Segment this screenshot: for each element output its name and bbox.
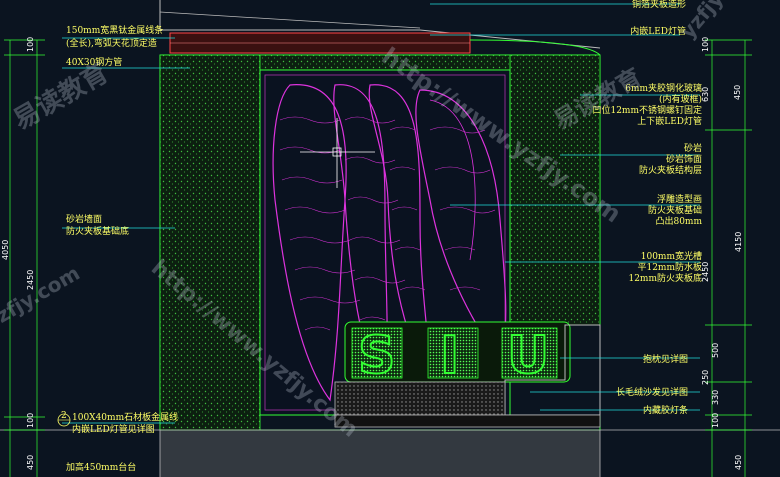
dim-right-3: 450: [733, 85, 742, 100]
label-relief-2: 防火夹板基础: [648, 204, 702, 216]
dim-right-1: 100: [701, 37, 710, 52]
label-stone-2: 砂岩饰面: [666, 153, 702, 165]
label-panel-2: 平12mm防水板: [637, 261, 702, 273]
label-pillow: 抱枕见详图: [643, 353, 688, 365]
sign-letter-u: U: [507, 326, 549, 386]
label-floor-detail-a: 100X40mm石材板金属线: [72, 411, 178, 423]
dim-left-1: 100: [26, 37, 35, 52]
label-sandstone-wall: 砂岩墙面: [66, 213, 102, 225]
label-metal-strip-2: (全长),弯弧天花顶定造: [66, 37, 157, 49]
sign-letter-s: S: [358, 326, 395, 386]
watermark-6: yzfjy.com: [675, 0, 761, 43]
drawing-canvas: S I U 150mm宽黑钛金属线条 (全长),弯弧天花顶定造 40X30钢方管…: [0, 0, 780, 477]
label-sofa: 长毛绒沙发见详图: [616, 386, 688, 398]
label-floor-detail-b: 内嵌LED灯管见详图: [72, 423, 155, 435]
dim-right-7: 250: [701, 370, 710, 385]
label-floor-detail-c: 加高450mm台台: [66, 461, 136, 473]
cad-elevation-viewer: { "labels_left": { "strip": "150mm宽黑钛金属线…: [0, 0, 780, 477]
label-panel-3: 12mm防火夹板底: [628, 272, 702, 284]
label-stone-3: 防火夹板结构层: [639, 164, 702, 176]
label-copper-panel: 铜箔夹板造形: [632, 0, 686, 10]
dim-right-10: 450: [734, 455, 743, 470]
sign-letter-i: I: [440, 326, 459, 386]
section-callout-icon: 2: [57, 411, 71, 427]
watermark-5: yzfjy.com: [0, 261, 84, 335]
label-glass-2: (内有玻框): [659, 93, 702, 105]
dim-right-2: 630: [701, 87, 710, 102]
label-relief-1: 浮雕造型画: [657, 193, 702, 205]
dim-left-4: 100: [26, 413, 35, 428]
dim-right-9: 100: [711, 413, 720, 428]
label-panel-1: 100mm宽光槽: [641, 250, 702, 262]
dim-left-2: 4050: [1, 240, 10, 260]
dim-right-5: 2450: [701, 262, 710, 282]
label-wall-base: 防火夹板基础底: [66, 225, 129, 237]
dim-right-8: 330: [711, 390, 720, 405]
label-glass-4: 上下嵌LED灯管: [637, 115, 702, 127]
label-stone-1: 砂岩: [684, 142, 702, 154]
label-hidden-light: 内藏胶灯条: [643, 404, 688, 416]
dim-right-4: 4150: [734, 232, 743, 252]
dimensions-right: [705, 39, 752, 477]
callout-number: 2: [61, 411, 67, 421]
watermark-1: 易读教育: [8, 57, 114, 136]
dim-left-5: 450: [26, 455, 35, 470]
label-relief-3: 凸出80mm: [655, 215, 702, 227]
ceiling-slope: [159, 0, 601, 54]
dim-right-6: 500: [711, 343, 720, 358]
siu-sign: S I U: [351, 325, 558, 387]
label-metal-strip: 150mm宽黑钛金属线条: [66, 24, 163, 36]
